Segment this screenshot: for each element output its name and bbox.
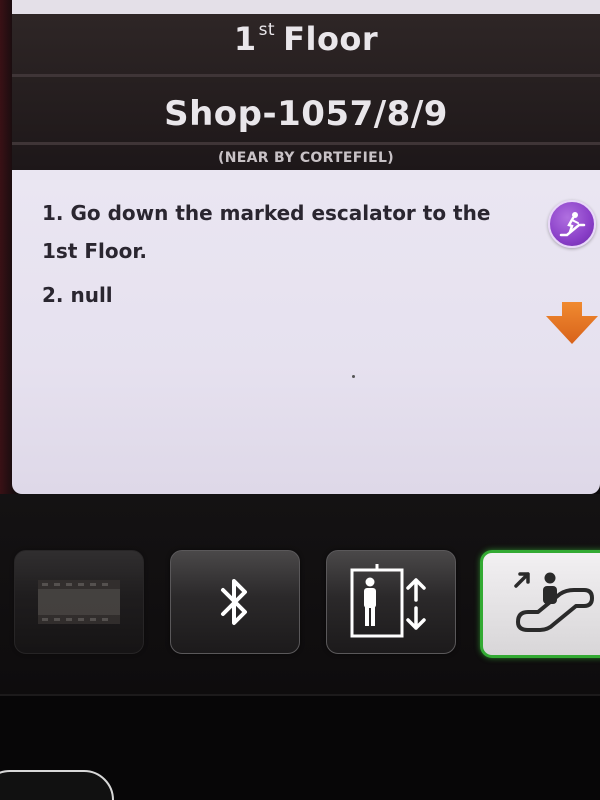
screen-speck — [352, 375, 355, 378]
partial-button[interactable] — [0, 770, 114, 800]
escalator-icon — [514, 572, 594, 632]
floor-number: 1 — [233, 20, 257, 58]
elevator-icon — [350, 564, 426, 638]
elevator-mode-button[interactable] — [326, 550, 456, 654]
instruction-step: 2. null — [42, 283, 113, 307]
transport-mode-bar — [0, 494, 600, 694]
video-mode-button[interactable] — [14, 550, 144, 654]
escalator-person-icon[interactable] — [548, 200, 596, 248]
bottom-area — [0, 694, 600, 800]
instruction-step: 1. Go down the marked escalator to the 1… — [42, 201, 491, 263]
shop-name: Shop-1057/8/9 — [164, 94, 448, 134]
bluetooth-mode-button[interactable] — [170, 550, 300, 654]
film-icon — [38, 580, 120, 624]
header-divider — [12, 142, 600, 145]
bottom-divider — [0, 694, 600, 696]
down-arrow-icon — [546, 302, 598, 344]
navigation-screen: 1 st Floor Shop-1057/8/9 (NEAR BY CORTEF… — [0, 0, 600, 800]
landmark-note: (NEAR BY CORTEFIEL) — [218, 150, 394, 166]
floor-word: Floor — [283, 20, 379, 58]
floor-ordinal: st — [258, 20, 276, 40]
header-divider — [12, 74, 600, 77]
destination-header: 1 st Floor Shop-1057/8/9 (NEAR BY CORTEF… — [12, 14, 600, 170]
bluetooth-icon — [221, 579, 247, 625]
floor-title: 1 st Floor — [12, 20, 600, 72]
escalator-mode-button[interactable] — [480, 550, 600, 658]
instructions-panel: 1. Go down the marked escalator to the 1… — [12, 170, 600, 494]
